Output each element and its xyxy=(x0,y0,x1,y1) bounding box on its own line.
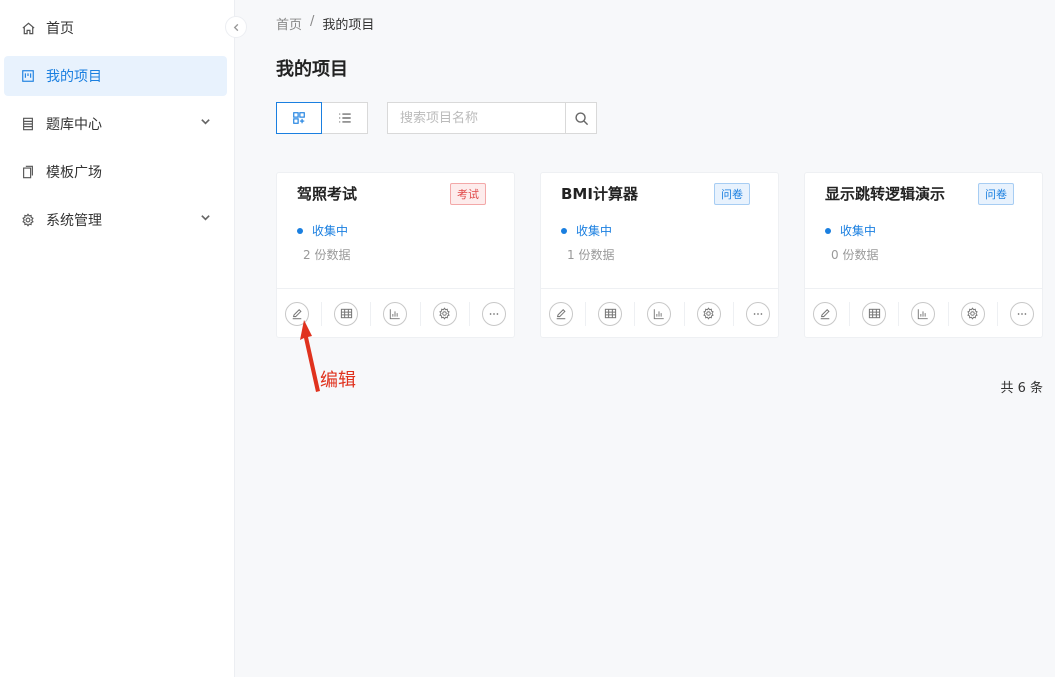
edit-icon xyxy=(556,308,566,319)
project-icon xyxy=(20,68,36,84)
chart-icon xyxy=(654,308,665,319)
page-title: 我的项目 xyxy=(276,59,348,80)
edit-button[interactable] xyxy=(813,301,838,326)
project-card[interactable]: 显示跳转逻辑演示 问卷 收集中 0 份数据 xyxy=(804,172,1043,338)
divider xyxy=(370,301,372,326)
gear-icon xyxy=(439,307,450,320)
sidebar-item-label: 系统管理 xyxy=(46,213,102,229)
list-view-button[interactable] xyxy=(322,102,368,134)
search-input[interactable] xyxy=(387,102,565,134)
project-card[interactable]: BMI计算器 问卷 收集中 1 份数据 xyxy=(540,172,779,338)
chart-icon xyxy=(390,308,401,319)
card-title: 驾照考试 xyxy=(297,185,358,203)
status-dot xyxy=(297,227,303,234)
sidebar-item-templates[interactable]: 模板广场 xyxy=(4,152,227,192)
divider xyxy=(996,301,998,326)
gear-icon xyxy=(20,212,36,228)
statistics-button[interactable] xyxy=(911,301,936,326)
data-table-button[interactable] xyxy=(862,301,887,326)
divider xyxy=(419,301,421,326)
card-status-label: 收集中 xyxy=(576,224,613,238)
settings-button[interactable] xyxy=(696,301,721,326)
annotation-label: 编辑 xyxy=(320,370,356,391)
status-dot xyxy=(561,227,567,234)
breadcrumb: 首页 / 我的项目 xyxy=(276,14,374,33)
pagination-total: 共 6 条 xyxy=(1000,381,1043,396)
chart-icon xyxy=(918,308,929,319)
edit-icon xyxy=(820,308,830,319)
data-table-button[interactable] xyxy=(334,301,359,326)
card-actions xyxy=(541,288,778,338)
card-status: 收集中 xyxy=(825,222,876,239)
card-status: 收集中 xyxy=(297,222,348,239)
divider xyxy=(898,301,900,326)
search-icon xyxy=(574,111,588,125)
sidebar-item-label: 模板广场 xyxy=(46,165,102,181)
card-count: 1 份数据 xyxy=(567,248,615,262)
list-view-icon xyxy=(338,113,351,123)
more-button[interactable] xyxy=(745,301,770,326)
edit-button[interactable] xyxy=(549,301,574,326)
breadcrumb-current: 我的项目 xyxy=(322,18,375,33)
chevron-left-icon xyxy=(233,23,238,31)
divider xyxy=(732,301,734,326)
sidebar-item-system[interactable]: 系统管理 xyxy=(4,200,227,240)
more-icon xyxy=(489,312,499,315)
view-toggle xyxy=(276,102,368,134)
search-button[interactable] xyxy=(565,102,597,134)
sidebar: 首页 我的项目 题库中心 模板广场 系统管理 xyxy=(0,0,235,677)
breadcrumb-separator: / xyxy=(310,14,315,29)
grid-view-button[interactable] xyxy=(276,102,322,134)
template-icon xyxy=(20,164,36,180)
table-icon xyxy=(604,308,616,319)
card-status-label: 收集中 xyxy=(312,224,349,238)
card-type-tag: 问卷 xyxy=(978,183,1014,205)
card-status: 收集中 xyxy=(561,222,612,239)
card-actions xyxy=(805,288,1042,338)
home-icon xyxy=(20,20,36,36)
gear-icon xyxy=(967,307,978,320)
divider xyxy=(634,301,636,326)
sidebar-item-my-projects[interactable]: 我的项目 xyxy=(4,56,227,96)
settings-button[interactable] xyxy=(432,301,457,326)
divider xyxy=(468,301,470,326)
status-dot xyxy=(825,227,831,234)
divider xyxy=(947,301,949,326)
settings-button[interactable] xyxy=(960,301,985,326)
card-type-tag: 问卷 xyxy=(714,183,750,205)
card-type-tag: 考试 xyxy=(450,183,486,205)
table-icon xyxy=(868,308,880,319)
more-button[interactable] xyxy=(1009,301,1034,326)
sidebar-item-label: 题库中心 xyxy=(46,117,102,133)
chevron-down-icon xyxy=(200,116,211,130)
sidebar-item-label: 首页 xyxy=(46,21,74,37)
divider xyxy=(585,301,587,326)
question-bank-icon xyxy=(20,116,36,132)
sidebar-item-home[interactable]: 首页 xyxy=(4,8,227,48)
card-status-label: 收集中 xyxy=(840,224,877,238)
main-content: 首页 / 我的项目 我的项目 驾照考试 考试 收集中 2 份数据 xyxy=(236,0,1055,677)
divider xyxy=(683,301,685,326)
statistics-button[interactable] xyxy=(383,301,408,326)
gear-icon xyxy=(703,307,714,320)
more-icon xyxy=(753,312,763,315)
chevron-down-icon xyxy=(200,212,211,226)
project-card[interactable]: 驾照考试 考试 收集中 2 份数据 xyxy=(276,172,515,338)
card-count: 2 份数据 xyxy=(303,248,351,262)
sidebar-item-label: 我的项目 xyxy=(46,69,102,85)
search-box xyxy=(387,102,597,134)
divider xyxy=(849,301,851,326)
sidebar-item-question-bank[interactable]: 题库中心 xyxy=(4,104,227,144)
more-button[interactable] xyxy=(481,301,506,326)
table-icon xyxy=(340,308,352,319)
card-count: 0 份数据 xyxy=(831,248,879,262)
more-icon xyxy=(1017,312,1027,315)
collapse-sidebar-button[interactable] xyxy=(225,16,247,38)
grid-view-icon xyxy=(293,112,305,124)
card-title: 显示跳转逻辑演示 xyxy=(825,185,946,203)
statistics-button[interactable] xyxy=(647,301,672,326)
card-title: BMI计算器 xyxy=(561,185,638,203)
breadcrumb-home[interactable]: 首页 xyxy=(276,14,302,33)
data-table-button[interactable] xyxy=(598,301,623,326)
